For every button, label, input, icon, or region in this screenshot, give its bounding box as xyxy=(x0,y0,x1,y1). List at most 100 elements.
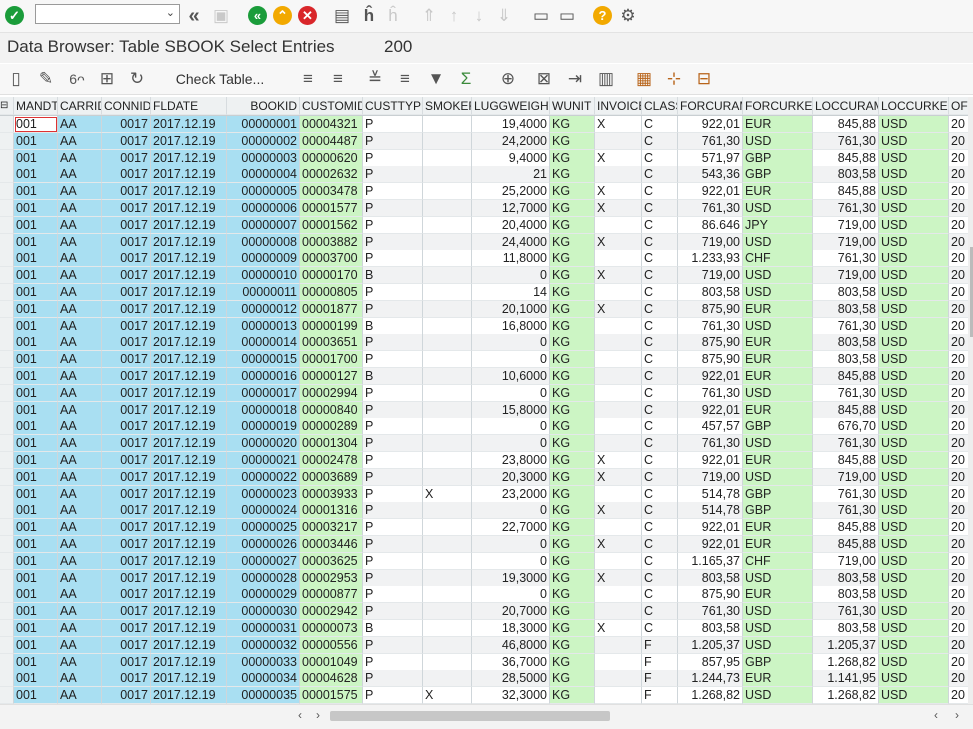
cell-loccuram[interactable]: 719,00 xyxy=(813,552,879,570)
cell-fldate[interactable]: 2017.12.19 xyxy=(151,552,227,570)
cell-customid[interactable]: 00001577 xyxy=(300,200,363,217)
cell-forcurkey[interactable]: EUR xyxy=(743,351,813,369)
cell-carrid[interactable]: AA xyxy=(58,603,102,621)
align-down-icon[interactable]: ≡ xyxy=(395,68,415,90)
cell-class[interactable]: C xyxy=(642,586,678,604)
cell-custtype[interactable]: P xyxy=(363,603,423,621)
cell-fldate[interactable]: 2017.12.19 xyxy=(151,401,227,419)
cell-class[interactable]: C xyxy=(642,519,678,537)
row-selector[interactable] xyxy=(0,284,14,301)
cell-loccuram[interactable]: 845,88 xyxy=(813,183,879,201)
cell-carrid[interactable]: AA xyxy=(58,536,102,553)
cell-fldate[interactable]: 2017.12.19 xyxy=(151,519,227,537)
cell-smoker[interactable] xyxy=(423,200,472,217)
refresh-icon[interactable]: ↻ xyxy=(127,68,147,90)
column-header-mandt[interactable]: MANDT xyxy=(14,97,58,115)
cell-customid[interactable]: 00003933 xyxy=(300,485,363,503)
cell-loccurkey[interactable]: USD xyxy=(879,435,949,453)
cell-luggweight[interactable]: 46,8000 xyxy=(472,636,550,654)
cell-wunit[interactable]: KG xyxy=(550,636,595,654)
cell-luggweight[interactable]: 0 xyxy=(472,267,550,285)
cell-forcurkey[interactable]: JPY xyxy=(743,216,813,234)
scroll-right-icon[interactable]: › xyxy=(316,708,320,722)
table-row[interactable]: 001 AA 0017 2017.12.19 00000015 00001700 P 0 KG C… xyxy=(0,351,973,369)
table-row[interactable]: 001 AA 0017 2017.12.19 00000027 00003625 P 0 KG C… xyxy=(0,552,973,570)
cell-mandt[interactable]: 001 xyxy=(14,267,58,285)
cell-loccurkey[interactable]: USD xyxy=(879,183,949,201)
cell-forcuram[interactable]: 922,01 xyxy=(678,116,743,133)
cell-loccuram[interactable]: 803,58 xyxy=(813,351,879,369)
cell-customid[interactable]: 00001304 xyxy=(300,435,363,453)
cell-loccurkey[interactable]: USD xyxy=(879,670,949,688)
horizontal-scroll-thumb[interactable] xyxy=(330,711,610,721)
filter-icon[interactable]: ▼ xyxy=(426,68,446,90)
cell-loccurkey[interactable]: USD xyxy=(879,166,949,184)
cell-custtype[interactable]: P xyxy=(363,485,423,503)
cell-forcuram[interactable]: 875,90 xyxy=(678,586,743,604)
cell-fldate[interactable]: 2017.12.19 xyxy=(151,116,227,133)
cell-loccuram[interactable]: 761,30 xyxy=(813,603,879,621)
cell-mandt[interactable]: 001 xyxy=(14,233,58,251)
cell-loccurkey[interactable]: USD xyxy=(879,368,949,385)
cell-mandt[interactable]: 001 xyxy=(14,351,58,369)
cell-forcuram[interactable]: 719,00 xyxy=(678,267,743,285)
cell-carrid[interactable]: AA xyxy=(58,132,102,150)
cell-customid[interactable]: 00003625 xyxy=(300,552,363,570)
row-selector[interactable] xyxy=(0,384,14,402)
cell-custtype[interactable]: P xyxy=(363,351,423,369)
cell-fldate[interactable]: 2017.12.19 xyxy=(151,452,227,469)
cell-bookid[interactable]: 00000015 xyxy=(227,351,300,369)
cell-forcuram[interactable]: 543,36 xyxy=(678,166,743,184)
cell-connid[interactable]: 0017 xyxy=(102,536,151,553)
cell-loccurkey[interactable]: USD xyxy=(879,149,949,167)
cell-smoker[interactable] xyxy=(423,267,472,285)
calculator-icon[interactable]: ⊹ xyxy=(664,68,684,90)
row-selector[interactable] xyxy=(0,468,14,486)
cell-invoice[interactable]: X xyxy=(595,183,642,201)
cell-fldate[interactable]: 2017.12.19 xyxy=(151,300,227,318)
cell-fldate[interactable]: 2017.12.19 xyxy=(151,368,227,385)
cell-smoker[interactable] xyxy=(423,502,472,520)
cell-class[interactable]: C xyxy=(642,183,678,201)
back-icon[interactable]: « xyxy=(248,6,267,25)
cell-customid[interactable]: 00000805 xyxy=(300,284,363,301)
cell-carrid[interactable]: AA xyxy=(58,687,102,704)
cell-forcurkey[interactable]: EUR xyxy=(743,116,813,133)
cell-forcuram[interactable]: 857,95 xyxy=(678,653,743,671)
cell-fldate[interactable]: 2017.12.19 xyxy=(151,435,227,453)
cell-fldate[interactable]: 2017.12.19 xyxy=(151,468,227,486)
cell-invoice[interactable]: X xyxy=(595,116,642,133)
cell-smoker[interactable] xyxy=(423,132,472,150)
row-selector[interactable] xyxy=(0,351,14,369)
cell-customid[interactable]: 00000840 xyxy=(300,401,363,419)
cell-customid[interactable]: 00001562 xyxy=(300,216,363,234)
table-row[interactable]: 001 AA 0017 2017.12.19 00000029 00000877 P 0 KG C… xyxy=(0,586,973,604)
cell-connid[interactable]: 0017 xyxy=(102,233,151,251)
cell-class[interactable]: C xyxy=(642,502,678,520)
cell-custtype[interactable]: P xyxy=(363,552,423,570)
cell-forcurkey[interactable]: GBP xyxy=(743,502,813,520)
cell-forcurkey[interactable]: EUR xyxy=(743,334,813,352)
row-selector[interactable] xyxy=(0,687,14,704)
cell-forcurkey[interactable]: USD xyxy=(743,233,813,251)
cell-customid[interactable]: 00000170 xyxy=(300,267,363,285)
cell-bookid[interactable]: 00000032 xyxy=(227,636,300,654)
cell-class[interactable]: C xyxy=(642,233,678,251)
row-selector[interactable] xyxy=(0,435,14,453)
cell-forcuram[interactable]: 514,78 xyxy=(678,485,743,503)
cell-smoker[interactable] xyxy=(423,435,472,453)
cell-carrid[interactable]: AA xyxy=(58,351,102,369)
cell-carrid[interactable]: AA xyxy=(58,485,102,503)
cell-luggweight[interactable]: 20,4000 xyxy=(472,216,550,234)
cell-connid[interactable]: 0017 xyxy=(102,418,151,436)
cell-carrid[interactable]: AA xyxy=(58,653,102,671)
confirm-icon[interactable]: ✓ xyxy=(5,6,24,25)
cell-loccuram[interactable]: 803,58 xyxy=(813,620,879,637)
column-header-fldate[interactable]: FLDATE xyxy=(151,97,227,115)
cell-forcuram[interactable]: 875,90 xyxy=(678,334,743,352)
cell-forcuram[interactable]: 1.233,93 xyxy=(678,250,743,268)
cell-loccuram[interactable]: 845,88 xyxy=(813,536,879,553)
horizontal-scrollbar[interactable]: ‹ › ‹ › xyxy=(0,704,973,729)
cell-fldate[interactable]: 2017.12.19 xyxy=(151,166,227,184)
cell-forcurkey[interactable]: EUR xyxy=(743,519,813,537)
